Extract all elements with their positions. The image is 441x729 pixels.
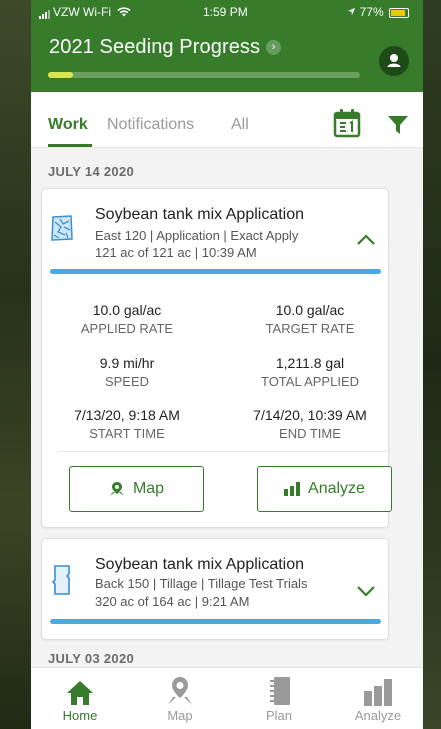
metric-applied-rate: 10.0 gal/ac APPLIED RATE [52,302,202,336]
wifi-icon [114,5,131,19]
nav-map[interactable]: Map [145,672,215,723]
chevron-right-icon[interactable]: › [266,40,282,55]
nav-label: Map [167,708,193,723]
phone-screen: VZW Wi-Fi 1:59 PM 77% 2021 Seeding Progr… [31,0,423,729]
map-button-label: Map [132,480,165,497]
tab-all[interactable]: All [231,116,249,134]
location-arrow-icon [347,5,359,19]
metric-value: 10.0 gal/ac [92,302,162,318]
work-card-collapsed[interactable]: Soybean tank mix Application Back 150 | … [41,538,389,640]
progress-fill [48,72,73,78]
nav-home[interactable]: Home [45,672,115,723]
nav-label: Home [62,708,98,723]
metric-value: 7/14/20, 10:39 AM [253,407,367,423]
tab-work[interactable]: Work [48,116,88,134]
metric-value: 9.9 mi/hr [99,355,155,371]
analyze-button-label: Analyze [308,480,365,497]
nav-plan[interactable]: Plan [244,672,314,723]
card-title[interactable]: Soybean tank mix Application [95,556,304,574]
background-right [423,0,441,729]
map-pin-icon [109,482,124,496]
metric-label: TARGET RATE [265,321,355,336]
nav-label: Plan [265,708,293,723]
page-title[interactable]: 2021 Seeding Progress [49,36,260,58]
bottom-navigation: Home Map Plan Analyze [31,667,423,729]
clock: 1:59 PM [203,5,248,19]
nav-analyze[interactable]: Analyze [343,672,413,723]
metric-label: SPEED [104,374,150,389]
map-pin-icon [168,677,192,705]
notebook-icon [270,677,290,705]
field-map-icon [51,215,73,246]
metric-start-time: 7/13/20, 9:18 AM START TIME [52,407,202,441]
map-button[interactable]: Map [69,466,204,512]
metric-total-applied: 1,211.8 gal TOTAL APPLIED [235,355,385,389]
card-title[interactable]: Soybean tank mix Application [95,206,304,224]
metric-value: 10.0 gal/ac [275,302,345,318]
card-progress-bar [50,269,381,274]
profile-button[interactable] [379,46,409,76]
bar-chart-icon [284,482,301,496]
date-header: JULY 03 2020 [48,651,135,666]
metric-speed: 9.9 mi/hr SPEED [52,355,202,389]
carrier-label: VZW Wi-Fi [53,5,111,19]
user-icon [387,54,401,67]
battery-percent: 77% [359,5,384,19]
app-header: VZW Wi-Fi 1:59 PM 77% 2021 Seeding Progr… [31,0,423,92]
metric-end-time: 7/14/20, 10:39 AM END TIME [235,407,385,441]
seeding-progress-bar [48,72,360,78]
card-progress-bar [50,619,381,624]
metric-value: 7/13/20, 9:18 AM [74,407,180,423]
card-meta: 121 ac of 121 ac | 10:39 AM [95,245,257,260]
chevron-down-icon[interactable] [356,584,376,602]
tab-bar: Work Notifications All [31,92,423,148]
card-subtitle: East 120 | Application | Exact Apply [95,228,299,243]
chevron-up-icon[interactable] [356,233,376,251]
filter-icon[interactable] [387,114,409,141]
signal-icon [39,5,51,19]
work-card-expanded[interactable]: Soybean tank mix Application East 120 | … [41,188,392,528]
metric-target-rate: 10.0 gal/ac TARGET RATE [235,302,385,336]
analyze-button[interactable]: Analyze [257,466,392,512]
home-icon [67,681,93,705]
date-header: JULY 14 2020 [48,164,135,179]
metric-value: 1,211.8 gal [275,355,345,371]
metric-label: START TIME [89,426,165,441]
calendar-icon[interactable] [333,108,361,143]
field-boundary-icon [51,564,73,601]
metric-label: END TIME [279,426,341,441]
tab-notifications[interactable]: Notifications [107,116,194,134]
battery-indicator: 77% [347,5,409,19]
status-bar: VZW Wi-Fi 1:59 PM 77% [31,5,423,21]
metric-label: TOTAL APPLIED [260,374,360,389]
card-meta: 320 ac of 164 ac | 9:21 AM [95,594,250,609]
title-row[interactable]: 2021 Seeding Progress › [49,36,282,59]
card-subtitle: Back 150 | Tillage | Tillage Test Trials [95,576,308,591]
nav-label: Analyze [354,708,402,723]
metric-label: APPLIED RATE [80,321,174,336]
active-tab-indicator [48,144,92,147]
divider [58,451,390,452]
carrier-indicator: VZW Wi-Fi [39,5,131,19]
background-left [0,0,31,729]
battery-icon [389,7,409,18]
bar-chart-icon [364,679,392,706]
